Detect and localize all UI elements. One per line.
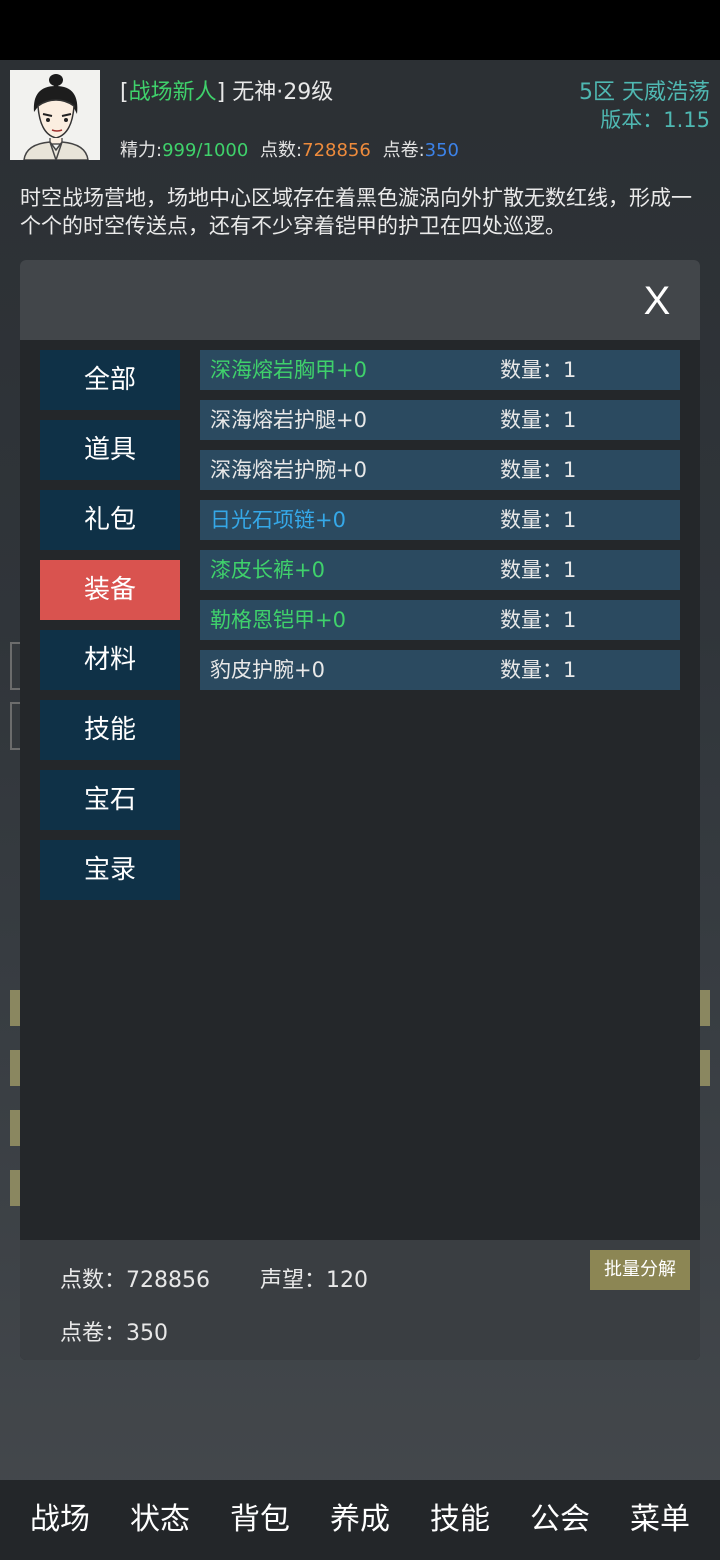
footer-fame: 声望：120	[260, 1268, 369, 1293]
tickets-value: 350	[424, 140, 460, 161]
points-value: 728856	[302, 140, 371, 161]
item-name: 勒格恩铠甲+0	[210, 608, 346, 632]
footer-points: 点数：728856	[60, 1268, 210, 1293]
background-button-edge	[10, 1050, 20, 1086]
item-name: 漆皮长裤+0	[210, 558, 325, 582]
tab-gift-packs[interactable]: 礼包	[40, 490, 180, 550]
item-quantity: 数量：1	[500, 608, 577, 632]
item-quantity: 数量：1	[500, 458, 577, 482]
batch-dismantle-button[interactable]: 批量分解	[590, 1250, 690, 1290]
item-name: 深海熔岩护腕+0	[210, 458, 367, 482]
item-name: 深海熔岩护腿+0	[210, 408, 367, 432]
inventory-item[interactable]: 勒格恩铠甲+0 数量：1	[200, 600, 680, 640]
tab-props[interactable]: 道具	[40, 420, 180, 480]
inventory-modal: X 全部 道具 礼包 装备 材料 技能 宝石 宝录 深海熔岩胸甲+0 数量：1 …	[20, 260, 700, 1360]
nav-guild[interactable]: 公会	[510, 1480, 610, 1560]
tab-treasure-records[interactable]: 宝录	[40, 840, 180, 900]
modal-footer: 点数：728856 声望：120 点卷：350 批量分解	[20, 1240, 700, 1360]
inventory-item[interactable]: 日光石项链+0 数量：1	[200, 500, 680, 540]
item-name: 深海熔岩胸甲+0	[210, 358, 367, 382]
player-name: 无神	[232, 80, 277, 105]
background-button-edge	[700, 990, 710, 1026]
inventory-item[interactable]: 深海熔岩护腕+0 数量：1	[200, 450, 680, 490]
player-avatar[interactable]	[10, 70, 100, 160]
tickets-label: 点卷:	[382, 140, 425, 161]
tab-gems[interactable]: 宝石	[40, 770, 180, 830]
server-name: 5区 天威浩荡	[579, 80, 710, 105]
player-title-tag: 战场新人	[128, 80, 217, 105]
inventory-item[interactable]: 豹皮护腕+0 数量：1	[200, 650, 680, 690]
item-name: 日光石项链+0	[210, 508, 346, 532]
status-bar	[0, 0, 720, 60]
background-button-edge	[10, 1110, 20, 1146]
bottom-nav: 战场 状态 背包 养成 技能 公会 菜单	[0, 1480, 720, 1560]
tab-all[interactable]: 全部	[40, 350, 180, 410]
energy-label: 精力:	[120, 140, 163, 161]
background-button-edge	[10, 990, 20, 1026]
version-info: 版本：1.15	[600, 104, 710, 134]
item-quantity: 数量：1	[500, 558, 577, 582]
item-quantity: 数量：1	[500, 408, 577, 432]
background-button-edge	[700, 1050, 710, 1086]
version-label: 版本：	[600, 108, 664, 132]
tab-skills[interactable]: 技能	[40, 700, 180, 760]
player-level: 29级	[283, 80, 334, 105]
item-name: 豹皮护腕+0	[210, 658, 325, 682]
close-button[interactable]: X	[634, 274, 680, 328]
modal-header: X	[20, 260, 700, 340]
item-quantity: 数量：1	[500, 658, 577, 682]
nav-battlefield[interactable]: 战场	[10, 1480, 110, 1560]
nav-skills[interactable]: 技能	[410, 1480, 510, 1560]
swordsman-portrait-icon	[10, 70, 100, 160]
points-label: 点数:	[260, 140, 303, 161]
item-quantity: 数量：1	[500, 358, 577, 382]
energy-value: 999/1000	[162, 140, 249, 161]
nav-backpack[interactable]: 背包	[210, 1480, 310, 1560]
nav-menu[interactable]: 菜单	[610, 1480, 710, 1560]
inventory-item[interactable]: 深海熔岩护腿+0 数量：1	[200, 400, 680, 440]
item-quantity: 数量：1	[500, 508, 577, 532]
inventory-item[interactable]: 深海熔岩胸甲+0 数量：1	[200, 350, 680, 390]
player-info-line: [战场新人] 无神·29级	[120, 80, 334, 105]
footer-tickets: 点卷：350	[60, 1321, 169, 1346]
version-value: 1.15	[663, 108, 710, 132]
player-stats: 精力:999/1000 点数:728856 点卷:350	[120, 136, 459, 162]
background-button-edge	[10, 1170, 20, 1206]
tab-materials[interactable]: 材料	[40, 630, 180, 690]
location-description: 时空战场营地，场地中心区域存在着黑色漩涡向外扩散无数红线，形成一个个的时空传送点…	[20, 186, 692, 238]
nav-status[interactable]: 状态	[110, 1480, 210, 1560]
nav-cultivation[interactable]: 养成	[310, 1480, 410, 1560]
tab-equipment[interactable]: 装备	[40, 560, 180, 620]
inventory-item[interactable]: 漆皮长裤+0 数量：1	[200, 550, 680, 590]
